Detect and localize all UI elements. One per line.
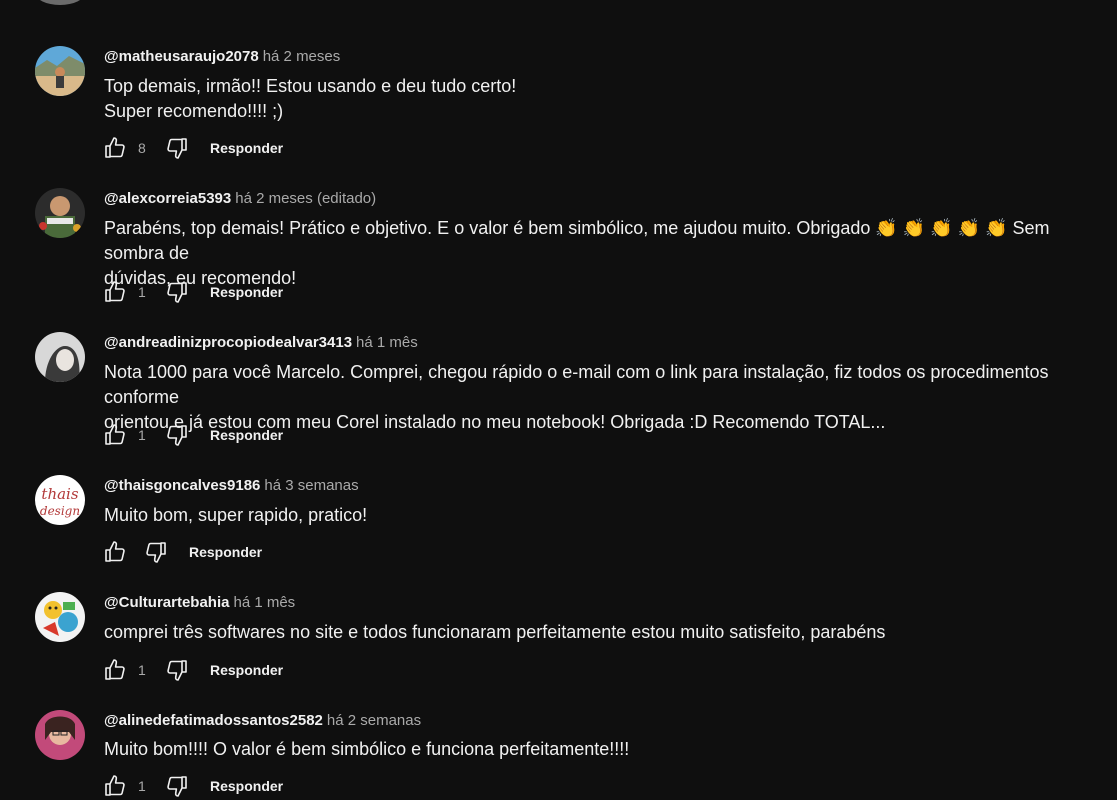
comment-text: Muito bom!!!! O valor é bem simbólico e … (104, 737, 1105, 762)
like-count: 1 (138, 427, 146, 443)
reply-button[interactable]: Responder (189, 544, 262, 560)
like-count: 1 (138, 284, 146, 300)
comment-author[interactable]: @alexcorreia5393 (104, 190, 231, 207)
thumbs-down-icon (167, 282, 187, 303)
comment-author[interactable]: @Culturartebahia (104, 594, 229, 611)
comment-timestamp[interactable]: há 2 semanas (327, 712, 421, 729)
comment-text-line: comprei três softwares no site e todos f… (104, 622, 886, 642)
thumbs-down-icon (167, 138, 187, 159)
thumbs-up-icon (105, 541, 125, 562)
comment-author[interactable]: @alinedefatimadossantos2582 (104, 712, 323, 729)
thumbs-up-icon (105, 775, 125, 796)
thumbs-down-icon (167, 425, 187, 446)
dislike-button[interactable] (164, 422, 190, 448)
comment-text: Muito bom, super rapido, pratico! (104, 503, 1105, 528)
avatar[interactable] (35, 592, 85, 642)
thumbs-down-icon (167, 776, 187, 797)
like-button[interactable] (102, 657, 128, 683)
like-count: 8 (138, 140, 146, 156)
reply-button[interactable]: Responder (210, 284, 283, 300)
like-button[interactable] (102, 422, 128, 448)
comment-text-line: Parabéns, top demais! Prático e objetivo… (104, 218, 1050, 263)
comment-timestamp[interactable]: há 2 meses (263, 48, 341, 65)
comment-text-line: Muito bom, super rapido, pratico! (104, 505, 368, 525)
comment-author[interactable]: @andreadinizprocopiodealvar3413 (104, 334, 352, 351)
comment-text-line: Nota 1000 para você Marcelo. Comprei, ch… (104, 362, 1049, 407)
like-count: 1 (138, 662, 146, 678)
comment-timestamp[interactable]: há 1 mês (233, 594, 295, 611)
dislike-button[interactable] (164, 279, 190, 305)
thumbs-down-icon (146, 542, 166, 563)
dislike-button[interactable] (143, 539, 169, 565)
dislike-button[interactable] (164, 135, 190, 161)
comment-timestamp[interactable]: há 3 semanas (264, 477, 358, 494)
comment-text: comprei três softwares no site e todos f… (104, 620, 1105, 645)
avatar[interactable] (35, 332, 85, 382)
comment-author[interactable]: @matheusaraujo2078 (104, 48, 259, 65)
comment-actions: 8 Responder (102, 134, 283, 162)
like-button[interactable] (102, 539, 128, 565)
avatar[interactable] (35, 710, 85, 760)
like-button[interactable] (102, 773, 128, 799)
comment-actions: 1 Responder (102, 656, 283, 684)
thumbs-up-icon (105, 424, 125, 445)
thumbs-up-icon (105, 281, 125, 302)
comment-actions: 1 Responder (102, 772, 283, 800)
comment-actions: 1 Responder (102, 421, 283, 449)
avatar[interactable] (35, 0, 85, 5)
comment-text-line: Muito bom!!!! O valor é bem simbólico e … (104, 739, 630, 759)
comment-text-line: Top demais, irmão!! Estou usando e deu t… (104, 76, 517, 96)
comment-text-line: Super recomendo!!!! ;) (104, 101, 284, 121)
reply-button[interactable]: Responder (210, 427, 283, 443)
comment-timestamp[interactable]: há 2 meses (editado) (235, 190, 376, 207)
like-button[interactable] (102, 279, 128, 305)
thumbs-down-icon (167, 660, 187, 681)
like-button[interactable] (102, 135, 128, 161)
like-count: 1 (138, 778, 146, 794)
reply-button[interactable]: Responder (210, 140, 283, 156)
avatar[interactable] (35, 46, 85, 96)
dislike-button[interactable] (164, 773, 190, 799)
comment-author[interactable]: @thaisgoncalves9186 (104, 477, 260, 494)
comment-timestamp[interactable]: há 1 mês (356, 334, 418, 351)
reply-button[interactable]: Responder (210, 778, 283, 794)
comment-actions: Responder (102, 538, 262, 566)
avatar[interactable]: thais design (35, 475, 85, 525)
thumbs-up-icon (105, 137, 125, 158)
comment-text: Top demais, irmão!! Estou usando e deu t… (104, 74, 1105, 124)
avatar-logo-text: design (40, 504, 80, 518)
thumbs-up-icon (105, 659, 125, 680)
reply-button[interactable]: Responder (210, 662, 283, 678)
comment-actions: 1 Responder (102, 278, 283, 306)
avatar-logo-text: thais (41, 485, 78, 503)
dislike-button[interactable] (164, 657, 190, 683)
avatar[interactable] (35, 188, 85, 238)
